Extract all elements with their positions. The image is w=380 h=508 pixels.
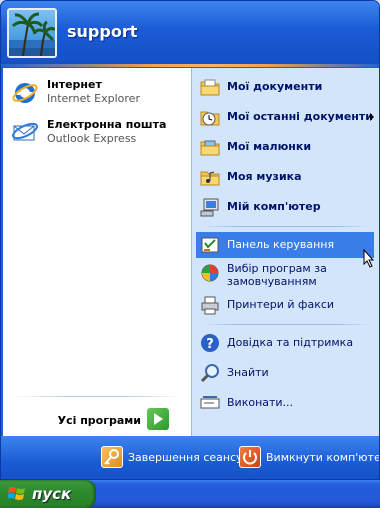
green-arrow-icon — [147, 408, 169, 430]
mouse-cursor-icon — [363, 248, 377, 269]
place-my-pictures[interactable]: Мої малюнки — [196, 134, 374, 160]
start-button-label: пуск — [32, 485, 72, 503]
windows-flag-icon — [7, 486, 26, 502]
pinned-item-subtitle: Outlook Express — [47, 132, 137, 145]
user-name: support — [67, 22, 138, 41]
start-menu-header: support — [1, 1, 379, 67]
printers-icon — [200, 295, 220, 315]
outlook-express-icon — [11, 118, 39, 146]
internet-explorer-icon — [11, 78, 39, 106]
start-menu: support Інтернет Internet Explorer Елект… — [0, 0, 380, 480]
svg-text:?: ? — [206, 337, 214, 352]
search-icon — [200, 363, 220, 383]
logoff-key-icon — [101, 446, 123, 468]
places-panel: Мої документи Мої останні документи Мої … — [191, 68, 379, 436]
place-label: Принтери й факси — [227, 298, 335, 311]
all-programs-button[interactable]: Усі програми — [3, 396, 191, 436]
place-control-panel[interactable]: Панель керування — [196, 232, 374, 258]
my-documents-icon — [200, 77, 220, 97]
shutdown-label: Вимкнути комп'ютер — [266, 451, 380, 464]
place-recent-documents[interactable]: Мої останні документи — [196, 104, 374, 130]
place-label: Знайти — [227, 366, 269, 379]
recent-documents-icon — [200, 107, 220, 127]
place-label: Мої документи — [227, 80, 323, 93]
all-programs-divider — [13, 396, 181, 397]
my-pictures-icon — [200, 137, 220, 157]
pinned-programs-panel: Інтернет Internet Explorer Електронна по… — [3, 68, 191, 436]
places-divider — [202, 324, 370, 325]
place-my-computer[interactable]: Мій комп'ютер — [196, 194, 374, 220]
place-search[interactable]: Знайти — [196, 360, 374, 386]
all-programs-label: Усі програми — [57, 414, 141, 427]
control-panel-icon — [200, 235, 220, 255]
place-label: Довідка та підтримка — [227, 336, 354, 349]
place-label: Моя музика — [227, 170, 302, 183]
header-divider — [1, 64, 379, 67]
pinned-item-subtitle: Internet Explorer — [47, 92, 140, 105]
place-run[interactable]: Виконати... — [196, 390, 374, 416]
palm-tree-picture-icon — [9, 12, 55, 56]
pinned-item-email[interactable]: Електронна пошта Outlook Express — [7, 114, 187, 150]
place-label: Мої малюнки — [227, 140, 312, 153]
place-my-music[interactable]: Моя музика — [196, 164, 374, 190]
user-avatar[interactable] — [7, 8, 57, 58]
logoff-label: Завершення сеансу — [128, 451, 243, 464]
pinned-item-title: Інтернет — [47, 78, 102, 91]
help-icon: ? — [200, 333, 220, 353]
place-label: Мої останні документи — [227, 110, 373, 123]
place-label: Вибір програм за замовчуванням — [227, 262, 327, 288]
place-help[interactable]: ? Довідка та підтримка — [196, 330, 374, 356]
place-my-documents[interactable]: Мої документи — [196, 74, 374, 100]
my-computer-icon — [200, 197, 220, 217]
power-icon — [239, 446, 261, 468]
taskbar: пуск — [0, 480, 380, 508]
my-music-icon — [200, 167, 220, 187]
place-label: Мій комп'ютер — [227, 200, 321, 213]
run-icon — [200, 393, 220, 413]
places-divider — [202, 226, 370, 227]
place-default-programs[interactable]: Вибір програм за замовчуванням — [196, 260, 374, 290]
place-label: Панель керування — [227, 238, 335, 251]
place-label: Виконати... — [227, 396, 294, 409]
place-printers[interactable]: Принтери й факси — [196, 292, 374, 318]
start-button[interactable]: пуск — [0, 480, 96, 508]
default-programs-icon — [200, 263, 220, 283]
pinned-item-internet[interactable]: Інтернет Internet Explorer — [7, 74, 187, 110]
start-menu-footer: Завершення сеансу Вимкнути комп'ютер — [1, 436, 380, 479]
submenu-arrow-icon — [370, 113, 374, 121]
pinned-item-title: Електронна пошта — [47, 118, 167, 131]
